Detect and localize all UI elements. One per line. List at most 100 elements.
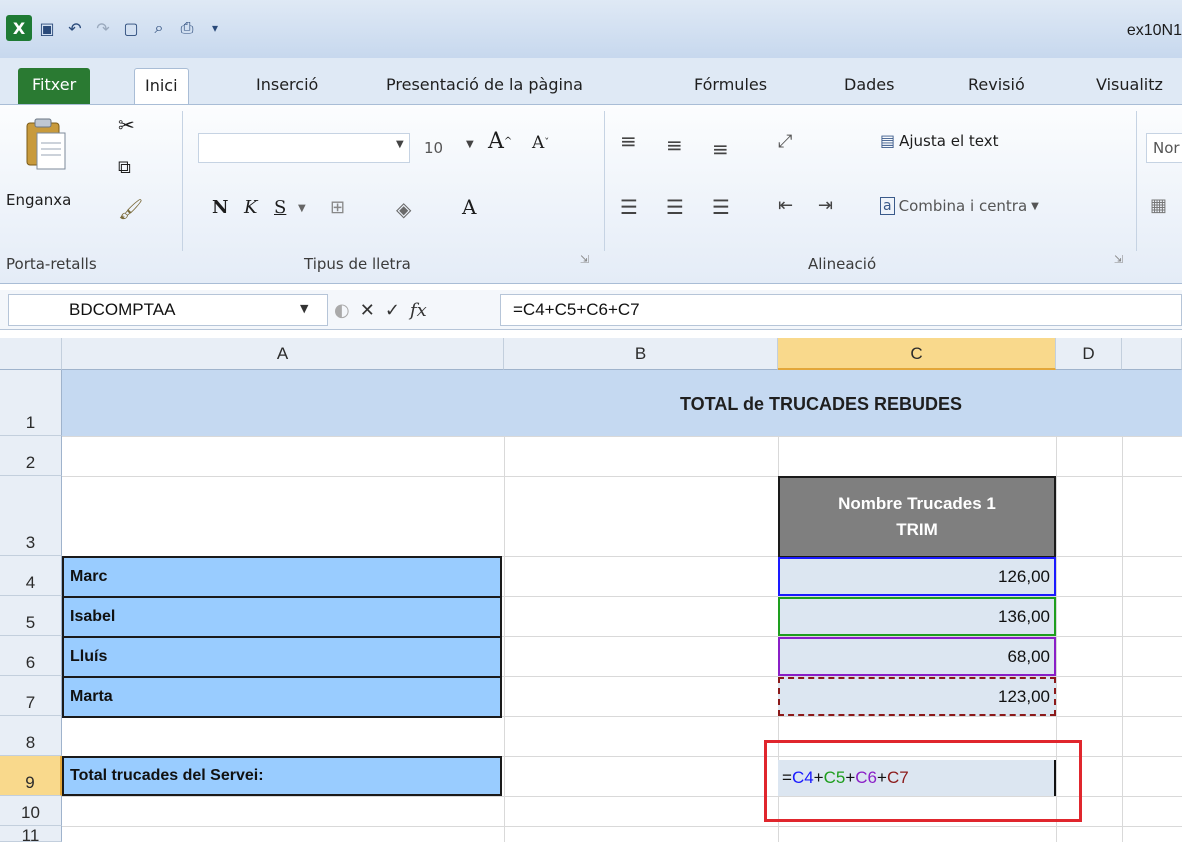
value-cell[interactable]: 126,00 <box>778 557 1056 596</box>
orientation-icon[interactable]: ⤢ <box>778 131 792 152</box>
tab-visualitzacio[interactable]: Visualitz <box>1086 68 1173 104</box>
align-center-icon[interactable]: ☰ <box>666 195 684 219</box>
formula-input[interactable]: =C4+C5+C6+C7 <box>500 294 1182 326</box>
row-header-3[interactable]: 3 <box>0 476 62 556</box>
new-icon[interactable]: ▢ <box>118 15 144 41</box>
tab-presentacio[interactable]: Presentació de la pàgina <box>376 68 593 104</box>
row-header-8[interactable]: 8 <box>0 716 62 756</box>
row-header-9[interactable]: 9 <box>0 756 62 796</box>
gridline <box>62 436 1182 437</box>
row-header-11[interactable]: 11 <box>0 826 62 842</box>
column-header-c[interactable]: C <box>778 338 1056 370</box>
redo-icon[interactable]: ↷ <box>90 15 116 41</box>
gridline <box>1122 370 1123 842</box>
column-c-header-cell[interactable]: Nombre Trucades 1 TRIM <box>778 476 1056 558</box>
fill-color-icon[interactable]: ◈ <box>396 197 411 221</box>
row-header-7[interactable]: 7 <box>0 676 62 716</box>
spreadsheet-grid: A B C D 1 2 3 4 5 6 7 8 9 10 11 TOTAL de… <box>0 338 1182 842</box>
print-preview-icon[interactable]: ⌕ <box>146 15 172 41</box>
enter-icon[interactable]: ✓ <box>385 300 400 321</box>
row-header-5[interactable]: 5 <box>0 596 62 636</box>
tab-inici[interactable]: Inici <box>134 68 189 104</box>
align-bottom-icon[interactable]: ≡ <box>712 137 729 161</box>
column-header-e[interactable] <box>1122 338 1182 370</box>
customize-icon[interactable]: ▾ <box>202 15 228 41</box>
decrease-indent-icon[interactable]: ⇤ <box>778 195 793 216</box>
font-size-dropdown-icon[interactable]: ▼ <box>466 139 474 150</box>
underline-button[interactable]: S <box>274 197 286 218</box>
paste-button[interactable] <box>18 115 72 175</box>
bold-button[interactable]: N <box>212 197 228 218</box>
column-header-b[interactable]: B <box>504 338 778 370</box>
align-right-icon[interactable]: ☰ <box>712 195 730 219</box>
merge-center-button[interactable]: a Combina i centra ▼ <box>880 197 1039 215</box>
title-bar: X ▣ ↶ ↷ ▢ ⌕ ⎙ ▾ ex10N1 <box>0 0 1182 58</box>
function-dropdown-icon[interactable]: ◐ <box>334 300 350 321</box>
print-icon[interactable]: ⎙ <box>174 15 200 41</box>
increase-indent-icon[interactable]: ⇥ <box>818 195 833 216</box>
merge-center-label: Combina i centra <box>898 197 1028 215</box>
undo-icon[interactable]: ↶ <box>62 15 88 41</box>
font-name-box[interactable] <box>198 133 410 163</box>
window-title: ex10N1 <box>1126 22 1182 39</box>
currency-format-icon[interactable]: ▦ <box>1150 195 1167 216</box>
format-painter-icon[interactable]: 🖌 <box>118 197 143 221</box>
header-line-1: Nombre Trucades 1 <box>838 494 996 513</box>
number-format-box[interactable]: Nor <box>1146 133 1182 163</box>
font-color-icon[interactable]: A <box>462 195 476 219</box>
alignment-group-label: Alineació <box>808 255 877 273</box>
copy-icon[interactable]: ⧉ <box>118 157 131 178</box>
font-group-label: Tipus de lletra <box>304 255 411 273</box>
font-dialog-launcher-icon[interactable]: ⇲ <box>580 253 589 266</box>
row-header-10[interactable]: 10 <box>0 796 62 826</box>
paste-label[interactable]: Enganxa <box>6 191 71 209</box>
align-top-icon[interactable]: ≡ <box>620 129 637 153</box>
title-band[interactable] <box>62 370 1182 436</box>
name-cell[interactable]: Marta <box>62 676 502 718</box>
name-box-dropdown-icon[interactable]: ▼ <box>300 302 308 315</box>
wrap-text-button[interactable]: ▤ Ajusta el text <box>880 131 999 150</box>
tab-dades[interactable]: Dades <box>834 68 904 104</box>
row-header-1[interactable]: 1 <box>0 370 62 436</box>
sheet-title: TOTAL de TRUCADES REBUDES <box>680 394 963 414</box>
tab-revisio[interactable]: Revisió <box>958 68 1035 104</box>
cancel-icon[interactable]: ✕ <box>360 300 375 321</box>
row-header-4[interactable]: 4 <box>0 556 62 596</box>
tab-insercio[interactable]: Inserció <box>246 68 328 104</box>
row-header-6[interactable]: 6 <box>0 636 62 676</box>
excel-icon[interactable]: X <box>6 15 32 41</box>
header-line-2: TRIM <box>896 520 938 539</box>
name-cell[interactable]: Isabel <box>62 596 502 638</box>
total-label-cell[interactable]: Total trucades del Servei: <box>62 756 502 796</box>
clipboard-group-label: Porta-retalls <box>6 255 97 273</box>
row-header-2[interactable]: 2 <box>0 436 62 476</box>
name-box[interactable]: BDCOMPTAA <box>8 294 328 326</box>
value-cell[interactable]: 68,00 <box>778 637 1056 676</box>
tab-fitxer[interactable]: Fitxer <box>18 68 91 104</box>
underline-dropdown-icon[interactable]: ▼ <box>298 203 306 214</box>
save-icon[interactable]: ▣ <box>34 15 60 41</box>
italic-button[interactable]: K <box>244 197 257 218</box>
shrink-font-icon[interactable]: Aˇ <box>532 133 549 153</box>
alignment-dialog-launcher-icon[interactable]: ⇲ <box>1114 253 1123 266</box>
cut-icon[interactable]: ✂ <box>118 113 135 137</box>
grow-font-icon[interactable]: A ^ <box>488 129 512 154</box>
name-cell[interactable]: Marc <box>62 556 502 598</box>
paste-icon <box>26 118 66 170</box>
group-divider <box>1136 111 1137 251</box>
value-cell[interactable]: 123,00 <box>778 677 1056 716</box>
name-cell[interactable]: Lluís <box>62 636 502 678</box>
column-header-d[interactable]: D <box>1056 338 1122 370</box>
ribbon-tabs: Fitxer Inici Inserció Presentació de la … <box>0 58 1182 104</box>
select-all-corner[interactable] <box>0 338 62 370</box>
tab-formules[interactable]: Fórmules <box>684 68 777 104</box>
borders-icon[interactable]: ⊞ <box>330 197 345 218</box>
column-header-a[interactable]: A <box>62 338 504 370</box>
value-cell[interactable]: 136,00 <box>778 597 1056 636</box>
font-name-dropdown-icon[interactable]: ▼ <box>396 139 404 150</box>
group-divider <box>604 111 605 251</box>
align-left-icon[interactable]: ☰ <box>620 195 638 219</box>
align-middle-icon[interactable]: ≡ <box>666 133 683 157</box>
insert-function-icon[interactable]: fx <box>410 300 427 321</box>
highlight-box <box>764 740 1082 822</box>
